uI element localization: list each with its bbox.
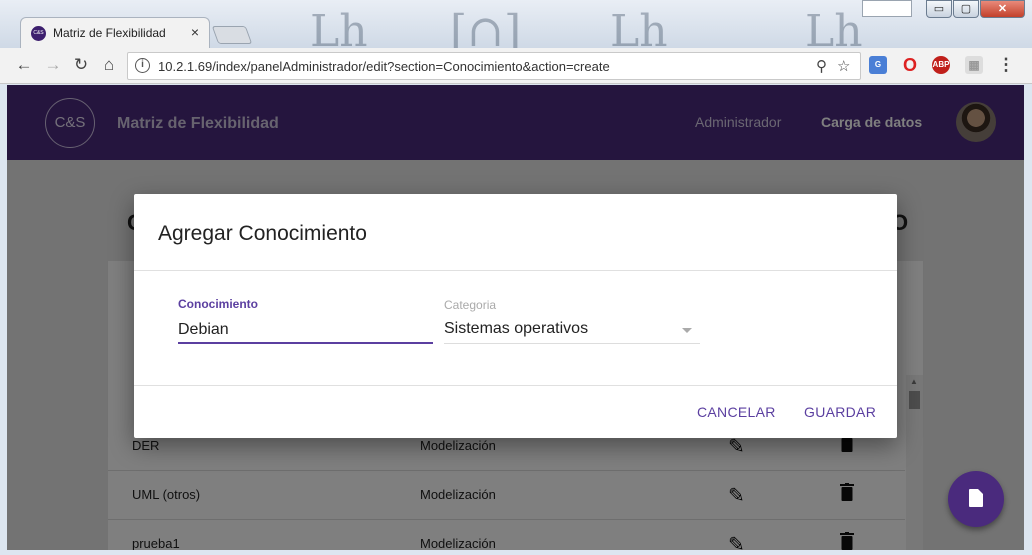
document-icon <box>969 489 983 507</box>
address-bar[interactable]: i 10.2.1.69/index/panelAdministrador/edi… <box>127 52 861 80</box>
categoria-value: Sistemas operativos <box>444 320 589 337</box>
extension-icon[interactable]: ▦ <box>965 56 983 74</box>
add-knowledge-dialog: Agregar Conocimiento Conocimiento Catego… <box>134 194 897 438</box>
maximize-button[interactable]: ▢ <box>953 0 979 18</box>
tab-title: Matriz de Flexibilidad <box>53 26 166 40</box>
translate-extension-icon[interactable]: G <box>869 56 887 74</box>
categoria-select[interactable]: Sistemas operativos <box>444 318 700 344</box>
divider <box>134 385 897 386</box>
dialog-title: Agregar Conocimiento <box>158 222 367 245</box>
new-tab-button[interactable] <box>211 26 253 44</box>
window-close-button[interactable]: ✕ <box>980 0 1025 18</box>
info-icon[interactable]: i <box>135 58 150 73</box>
browser-window: Lh [∩] Lh Lh C&S Matriz de Flexibilidad … <box>0 0 1032 555</box>
home-icon[interactable]: ⌂ <box>98 55 120 75</box>
save-button[interactable]: GUARDAR <box>804 404 876 420</box>
reload-icon[interactable]: ↻ <box>70 55 92 75</box>
conocimiento-input[interactable] <box>178 318 433 344</box>
web-page: C&S Matriz de Flexibilidad Administrador… <box>7 85 1024 550</box>
title-bar: Lh [∩] Lh Lh C&S Matriz de Flexibilidad … <box>0 0 1032 57</box>
star-icon[interactable]: ☆ <box>837 57 850 75</box>
categoria-label: Categoria <box>444 298 497 312</box>
cancel-button[interactable]: CANCELAR <box>697 404 776 420</box>
conocimiento-label: Conocimiento <box>178 297 258 311</box>
adblock-extension-icon[interactable]: ABP <box>932 56 950 74</box>
tab-close-icon[interactable]: × <box>191 24 199 40</box>
divider <box>134 270 897 271</box>
minimize-button[interactable]: ▭ <box>926 0 952 18</box>
opera-extension-icon[interactable]: O <box>901 56 919 74</box>
window-search-box[interactable] <box>862 0 912 17</box>
browser-tab[interactable]: C&S Matriz de Flexibilidad × <box>20 17 210 48</box>
dropdown-caret-icon[interactable] <box>682 328 692 333</box>
add-document-button[interactable] <box>948 471 1004 527</box>
key-icon[interactable]: ⚲ <box>816 57 827 75</box>
forward-arrow-icon[interactable]: → <box>42 55 64 75</box>
url-text[interactable]: 10.2.1.69/index/panelAdministrador/edit?… <box>158 59 610 74</box>
kebab-menu-icon[interactable]: ⋮ <box>995 55 1017 75</box>
back-arrow-icon[interactable]: ← <box>13 55 35 75</box>
favicon: C&S <box>31 26 46 41</box>
browser-toolbar: ← → ↻ ⌂ i 10.2.1.69/index/panelAdministr… <box>0 48 1032 84</box>
